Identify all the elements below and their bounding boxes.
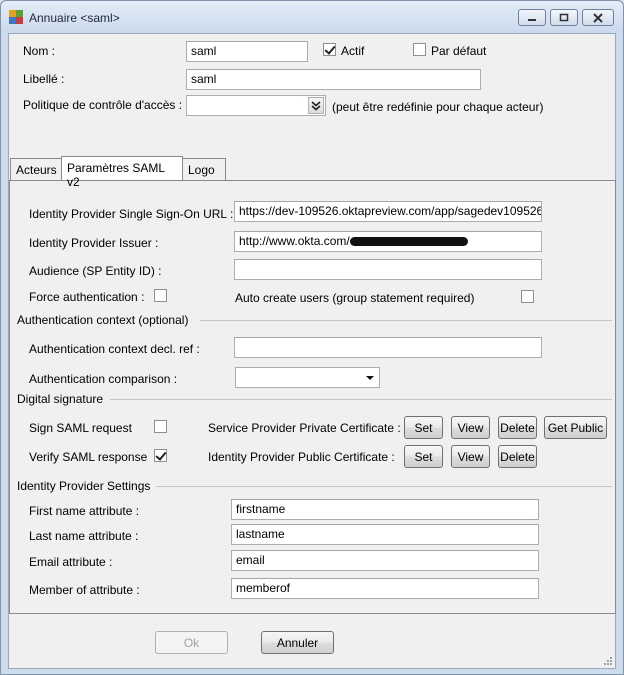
par-defaut-label: Par défaut	[431, 44, 487, 58]
double-chevron-down-icon	[311, 100, 321, 111]
idp-cert-delete-button[interactable]: Delete	[498, 445, 537, 468]
idp-cert-set-button[interactable]: Set	[404, 445, 443, 468]
member-of-label: Member of attribute :	[29, 583, 140, 597]
window-title: Annuaire <saml>	[29, 11, 120, 25]
force-auth-checkbox[interactable]	[154, 289, 167, 302]
tab-parametres-saml[interactable]: Paramètres SAML v2	[61, 156, 183, 189]
idp-cert-label: Identity Provider Public Certificate :	[208, 450, 395, 464]
auto-create-checkbox[interactable]	[521, 290, 534, 303]
annuler-button[interactable]: Annuler	[261, 631, 334, 654]
auth-context-title: Authentication context (optional)	[17, 313, 193, 327]
member-of-input[interactable]: memberof	[231, 578, 539, 599]
actif-label: Actif	[341, 44, 365, 58]
par-defaut-checkbox[interactable]	[413, 43, 426, 56]
minimize-button[interactable]	[518, 9, 546, 26]
sso-url-input[interactable]: https://dev-109526.oktapreview.com/app/s…	[234, 201, 542, 222]
sp-cert-view-button[interactable]: View	[451, 416, 490, 439]
app-icon	[9, 10, 23, 24]
actif-checkbox[interactable]	[323, 43, 336, 56]
get-public-button[interactable]: Get Public	[544, 416, 607, 439]
first-name-input[interactable]: firstname	[231, 499, 539, 520]
sp-cert-label: Service Provider Private Certificate :	[208, 421, 401, 435]
group-divider	[200, 320, 612, 321]
title-bar[interactable]: Annuaire <saml>	[1, 1, 623, 33]
sign-request-label: Sign SAML request	[29, 421, 132, 435]
verify-response-checkbox[interactable]	[154, 449, 167, 462]
dialog-client: Nom : saml Actif Par défaut Libellé : sa…	[8, 33, 616, 669]
audience-input[interactable]	[234, 259, 542, 280]
politique-select[interactable]	[186, 95, 326, 116]
politique-dropdown-button[interactable]	[308, 97, 324, 114]
last-name-input[interactable]: lastname	[231, 524, 539, 545]
issuer-input[interactable]: http://www.okta.com/	[234, 231, 542, 252]
verify-response-label: Verify SAML response	[29, 450, 148, 464]
email-label: Email attribute :	[29, 555, 113, 569]
audience-label: Audience (SP Entity ID) :	[29, 264, 162, 278]
close-button[interactable]	[582, 9, 614, 26]
group-divider	[156, 486, 612, 487]
decl-ref-input[interactable]	[234, 337, 542, 358]
signature-title: Digital signature	[17, 392, 108, 406]
group-divider	[110, 399, 612, 400]
nom-label: Nom :	[23, 44, 56, 58]
comparison-select[interactable]	[235, 367, 380, 388]
sign-request-checkbox[interactable]	[154, 420, 167, 433]
first-name-label: First name attribute :	[29, 504, 140, 518]
close-icon	[593, 12, 603, 23]
maximize-button[interactable]	[550, 9, 578, 26]
politique-note: (peut être redéfinie pour chaque acteur)	[332, 100, 544, 114]
issuer-label: Identity Provider Issuer :	[29, 236, 159, 250]
triangle-down-icon	[366, 375, 374, 380]
redaction-mark	[349, 237, 468, 247]
last-name-label: Last name attribute :	[29, 529, 139, 543]
tab-acteurs[interactable]: Acteurs	[10, 158, 62, 180]
decl-ref-label: Authentication context decl. ref :	[29, 342, 200, 356]
sso-url-label: Identity Provider Single Sign-On URL :	[29, 207, 234, 221]
idp-settings-title: Identity Provider Settings	[17, 479, 155, 493]
email-input[interactable]: email	[231, 550, 539, 571]
nom-input[interactable]: saml	[186, 41, 308, 62]
sp-cert-set-button[interactable]: Set	[404, 416, 443, 439]
comparison-dropdown-button[interactable]	[362, 369, 378, 386]
dialog-window: Annuaire <saml> Nom : saml Actif Par déf…	[0, 0, 624, 675]
idp-cert-view-button[interactable]: View	[451, 445, 490, 468]
politique-label: Politique de contrôle d'accès :	[23, 98, 183, 112]
tab-logo[interactable]: Logo	[182, 158, 226, 180]
libelle-input[interactable]: saml	[186, 69, 481, 90]
resize-grip-icon[interactable]	[603, 656, 613, 666]
sp-cert-delete-button[interactable]: Delete	[498, 416, 537, 439]
restore-icon	[559, 13, 569, 21]
auto-create-label: Auto create users (group statement requi…	[235, 291, 475, 305]
libelle-label: Libellé :	[23, 72, 65, 86]
ok-button[interactable]: Ok	[155, 631, 228, 654]
saml-settings-panel: Identity Provider Single Sign-On URL : h…	[9, 180, 616, 614]
issuer-value: http://www.okta.com/	[239, 234, 350, 248]
force-auth-label: Force authentication :	[29, 290, 145, 304]
minimize-icon	[528, 18, 536, 21]
comparison-label: Authentication comparison :	[29, 372, 178, 386]
